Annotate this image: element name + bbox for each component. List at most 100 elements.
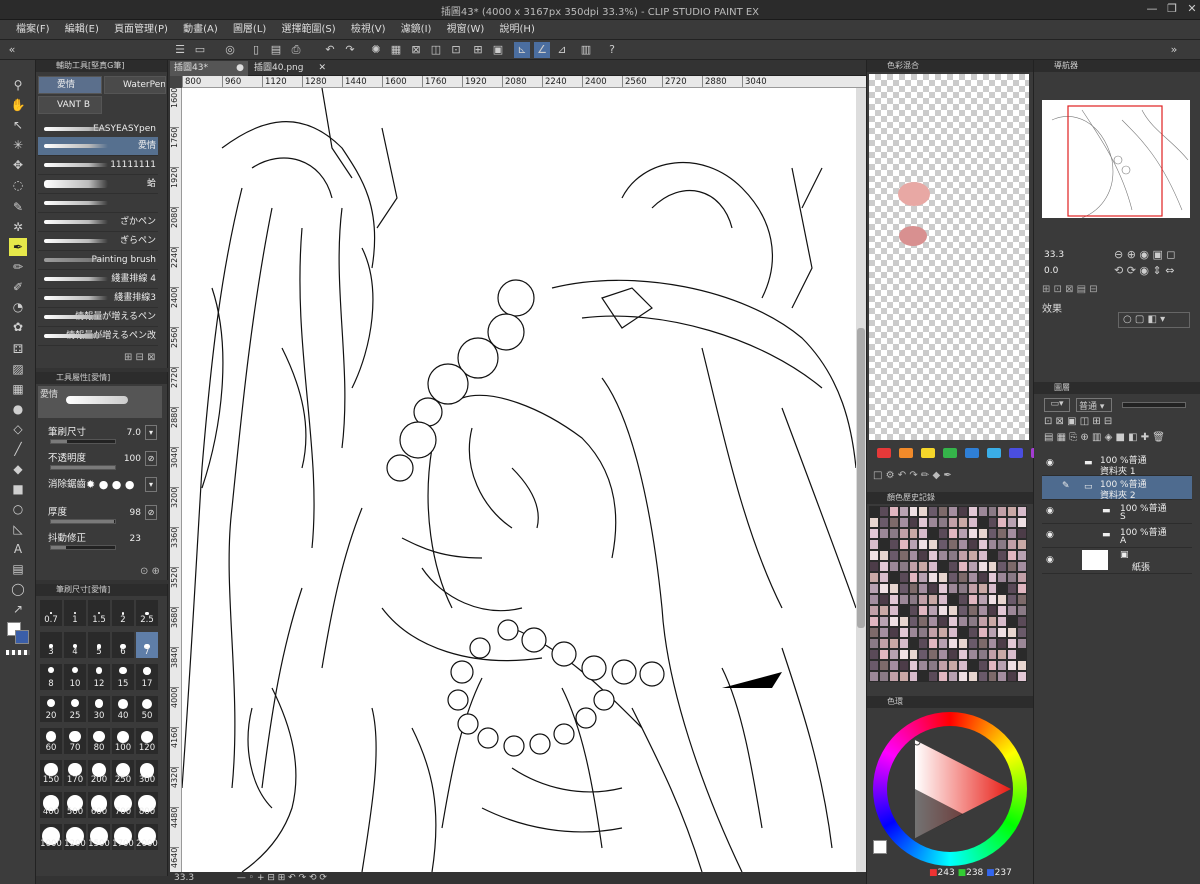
history-swatch[interactable] xyxy=(869,528,879,539)
history-swatch[interactable] xyxy=(977,583,988,594)
history-swatch[interactable] xyxy=(1007,506,1018,517)
layer-row-paper[interactable]: ◉ ▣ 紙張 xyxy=(1042,548,1192,574)
text-tool-icon[interactable]: A xyxy=(9,540,27,558)
history-swatch[interactable] xyxy=(938,539,948,550)
history-swatch[interactable] xyxy=(938,616,948,627)
clear-icon[interactable]: ✺ xyxy=(368,42,384,58)
history-swatch[interactable] xyxy=(908,616,919,627)
history-swatch[interactable] xyxy=(957,528,968,539)
history-swatch[interactable] xyxy=(997,605,1008,616)
brush-size-option[interactable]: 300 xyxy=(136,760,158,786)
history-swatch[interactable] xyxy=(977,572,988,583)
history-swatch[interactable] xyxy=(948,561,958,572)
history-swatch[interactable] xyxy=(1017,649,1027,660)
select-border-icon[interactable]: ⊞ xyxy=(470,42,486,58)
history-swatch[interactable] xyxy=(977,506,988,517)
history-swatch[interactable] xyxy=(928,638,939,649)
brush-size-option[interactable]: 1.5 xyxy=(88,600,110,626)
history-swatch[interactable] xyxy=(997,528,1008,539)
history-swatch[interactable] xyxy=(987,550,998,561)
history-swatch[interactable] xyxy=(908,660,919,671)
history-swatch[interactable] xyxy=(977,594,988,605)
history-swatch[interactable] xyxy=(997,638,1008,649)
history-swatch[interactable] xyxy=(1017,572,1027,583)
history-swatch[interactable] xyxy=(869,616,879,627)
history-swatch[interactable] xyxy=(957,572,968,583)
history-swatch[interactable] xyxy=(888,550,899,561)
history-swatch[interactable] xyxy=(1007,583,1018,594)
history-swatch[interactable] xyxy=(898,594,909,605)
navigator-preview[interactable] xyxy=(1042,100,1190,219)
history-swatch[interactable] xyxy=(898,583,909,594)
status-controls[interactable]: — ◦ + ⊟ ⊞ ↶ ↷ ⟲ ⟳ xyxy=(237,873,327,883)
brush-size-option[interactable]: 800 xyxy=(136,792,158,818)
brush-item[interactable]: ぎらペン xyxy=(38,232,158,251)
brush-size-option[interactable]: 80 xyxy=(88,728,110,754)
history-swatch[interactable] xyxy=(878,638,889,649)
special-ruler-icon[interactable]: ∠ xyxy=(534,42,550,58)
history-swatch[interactable] xyxy=(938,561,948,572)
color-set-swatch[interactable] xyxy=(899,448,913,458)
history-swatch[interactable] xyxy=(928,649,939,660)
new-icon[interactable]: ▭ xyxy=(192,42,208,58)
history-swatch[interactable] xyxy=(948,627,958,638)
history-swatch[interactable] xyxy=(1017,517,1027,528)
navigator-zoom-icons[interactable]: ⊖ ⊕ ◉ ▣ ◻ xyxy=(1114,248,1176,261)
history-swatch[interactable] xyxy=(928,671,939,682)
history-swatch[interactable] xyxy=(918,539,929,550)
history-swatch[interactable] xyxy=(967,638,978,649)
navigator-angle[interactable]: 0.0 xyxy=(1044,266,1058,276)
history-swatch[interactable] xyxy=(977,517,988,528)
history-swatch[interactable] xyxy=(987,539,998,550)
history-swatch[interactable] xyxy=(948,550,958,561)
brush-size-option[interactable]: 60 xyxy=(40,728,62,754)
close-button[interactable]: ✕ xyxy=(1186,3,1198,15)
history-swatch[interactable] xyxy=(918,561,929,572)
frame-icon[interactable]: ◺ xyxy=(9,520,27,538)
zoom-tool-icon[interactable]: ⚲ xyxy=(9,76,27,94)
history-swatch[interactable] xyxy=(987,649,998,660)
print-icon[interactable]: ⎙ xyxy=(288,42,304,58)
history-swatch[interactable] xyxy=(888,539,899,550)
antialias-row[interactable]: 消除鋸齒 ✹ ● ● ● ▾ xyxy=(40,477,163,500)
history-swatch[interactable] xyxy=(977,561,988,572)
brush-size-option[interactable]: 120 xyxy=(136,728,158,754)
menu-help[interactable]: 說明(H) xyxy=(494,20,541,40)
brush-tool-icon[interactable]: ✐ xyxy=(9,278,27,296)
blend-mode-select[interactable]: 普通 ▾ xyxy=(1076,398,1112,412)
brush-item[interactable]: 綫畫排線3 xyxy=(38,289,158,308)
history-swatch[interactable] xyxy=(957,627,968,638)
history-swatch[interactable] xyxy=(888,660,899,671)
history-swatch[interactable] xyxy=(938,517,948,528)
history-swatch[interactable] xyxy=(918,660,929,671)
history-swatch[interactable] xyxy=(898,627,909,638)
history-swatch[interactable] xyxy=(997,649,1008,660)
history-swatch[interactable] xyxy=(869,649,879,660)
history-swatch[interactable] xyxy=(1007,539,1018,550)
history-swatch[interactable] xyxy=(928,660,939,671)
history-swatch[interactable] xyxy=(977,605,988,616)
color-set-swatch[interactable] xyxy=(943,448,957,458)
history-swatch[interactable] xyxy=(957,660,968,671)
history-swatch[interactable] xyxy=(948,583,958,594)
history-swatch[interactable] xyxy=(918,528,929,539)
brush-size-option[interactable]: 20 xyxy=(40,696,62,722)
brush-size-option[interactable]: 30 xyxy=(88,696,110,722)
history-swatch[interactable] xyxy=(997,572,1008,583)
lasso-icon[interactable]: ◌ xyxy=(9,176,27,194)
history-swatch[interactable] xyxy=(888,627,899,638)
layer-row-folder-1[interactable]: ◉ ▬ 100 %普通 資料夾 1 xyxy=(1042,452,1192,477)
history-swatch[interactable] xyxy=(997,660,1008,671)
eye-icon[interactable]: ◉ xyxy=(1046,458,1054,468)
brush-size-option[interactable]: 25 xyxy=(64,696,86,722)
brush-size-option[interactable]: 1 xyxy=(64,600,86,626)
history-swatch[interactable] xyxy=(1017,550,1027,561)
brush-size-option[interactable]: 700 xyxy=(112,792,134,818)
history-swatch[interactable] xyxy=(938,572,948,583)
brush-item[interactable]: 情報量が増えるペン xyxy=(38,308,158,327)
history-swatch[interactable] xyxy=(869,539,879,550)
history-swatch[interactable] xyxy=(1007,517,1018,528)
history-swatch[interactable] xyxy=(967,528,978,539)
history-swatch[interactable] xyxy=(898,605,909,616)
brush-size-option[interactable]: 0.7 xyxy=(40,600,62,626)
